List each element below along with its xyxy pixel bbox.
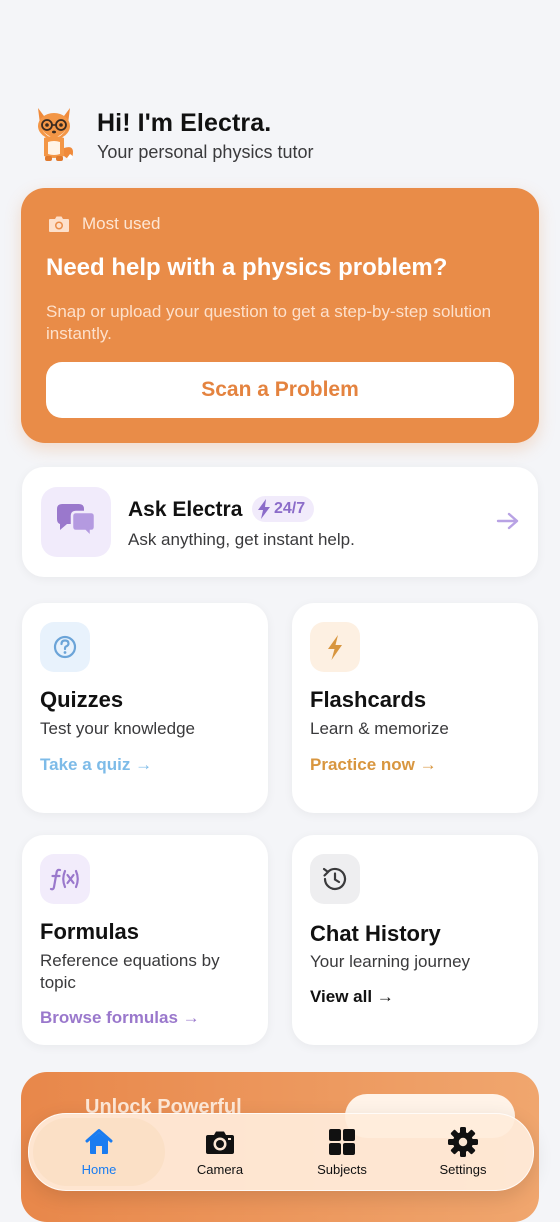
nav-label-home: Home (81, 1162, 117, 1177)
flashcards-subtitle: Learn & memorize (310, 719, 449, 738)
flashcards-card[interactable]: Flashcards Learn & memorize Practice now… (292, 603, 538, 813)
flashcards-title: Flashcards (310, 687, 427, 712)
header: Hi! I'm Electra. Your personal physics t… (30, 104, 530, 168)
nav-item-subjects[interactable]: Subjects (279, 1114, 405, 1190)
chat-history-subtitle: Your learning journey (310, 952, 471, 971)
question-circle-icon (53, 635, 77, 659)
nav-label-camera: Camera (196, 1162, 244, 1177)
availability-badge-text: 24/7 (274, 500, 306, 517)
ask-electra-subtitle: Ask anything, get instant help. (128, 530, 355, 549)
availability-badge: 24/7 (252, 496, 315, 522)
ask-electra-card[interactable]: Ask Electra 24/7 Ask anything, get insta… (22, 467, 538, 577)
quizzes-card[interactable]: Quizzes Test your knowledge Take a quiz … (22, 603, 268, 813)
formulas-title: Formulas (40, 919, 140, 944)
gear-icon (448, 1127, 478, 1157)
formulas-icon-container (40, 854, 90, 904)
quizzes-icon-container (40, 622, 90, 672)
scan-card-description: Snap or upload your question to get a st… (46, 302, 492, 343)
page-title: Hi! I'm Electra. (97, 109, 272, 137)
take-quiz-link[interactable]: Take a quiz → (40, 755, 152, 775)
lightning-icon (258, 499, 270, 519)
ask-icon-container (41, 487, 111, 557)
grid-icon (329, 1129, 355, 1155)
nav-label-settings: Settings (439, 1162, 487, 1177)
fox-mascot-avatar (38, 108, 73, 161)
chat-bubbles-icon (57, 504, 97, 541)
camera-icon (206, 1131, 234, 1154)
nav-item-camera[interactable]: Camera (157, 1114, 283, 1190)
nav-item-home[interactable]: Home (36, 1114, 162, 1190)
scan-problem-card: Most used Need help with a physics probl… (21, 188, 539, 443)
scan-card-title: Need help with a physics problem? (46, 254, 448, 281)
flashcards-icon-container (310, 622, 360, 672)
nav-item-settings[interactable]: Settings (400, 1114, 526, 1190)
practice-now-link[interactable]: Practice now → (310, 755, 437, 775)
page-subtitle: Your personal physics tutor (97, 142, 314, 162)
chat-history-title: Chat History (310, 921, 441, 946)
view-all-link[interactable]: View all → (310, 987, 394, 1007)
camera-icon (49, 216, 69, 232)
history-clock-icon (322, 867, 347, 891)
formulas-card[interactable]: Formulas Reference equations by topic Br… (22, 835, 268, 1045)
scan-problem-button[interactable]: Scan a Problem (46, 362, 514, 418)
bottom-nav: Home Camera Subjects Settings (28, 1113, 534, 1191)
ask-electra-title: Ask Electra (128, 498, 243, 521)
function-icon (49, 868, 79, 891)
nav-label-subjects: Subjects (317, 1162, 367, 1177)
formulas-subtitle: Reference equations by topic (40, 951, 220, 992)
home-icon (85, 1129, 113, 1154)
quizzes-title: Quizzes (40, 687, 124, 712)
lightning-icon (328, 635, 342, 660)
browse-formulas-link[interactable]: Browse formulas → (40, 1008, 200, 1028)
chat-history-icon-container (310, 854, 360, 904)
quizzes-subtitle: Test your knowledge (40, 719, 195, 738)
chat-history-card[interactable]: Chat History Your learning journey View … (292, 835, 538, 1045)
most-used-label: Most used (82, 214, 161, 233)
arrow-right-icon (496, 512, 519, 530)
